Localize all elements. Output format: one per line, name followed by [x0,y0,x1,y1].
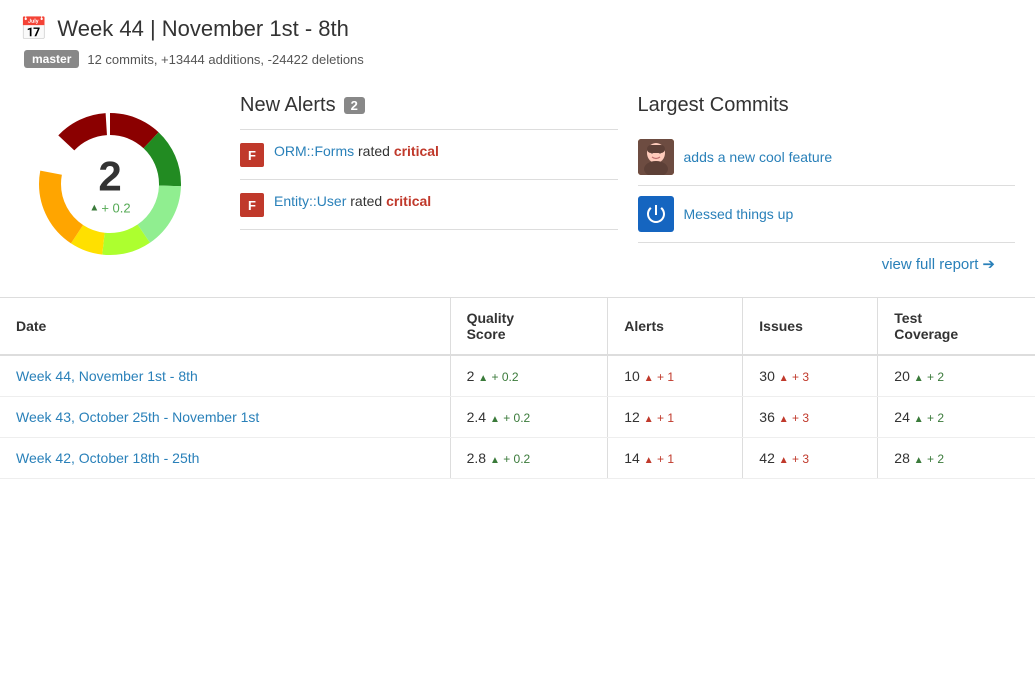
power-icon [644,202,668,226]
alert-f-badge-1: F [240,143,264,167]
donut-delta-value: + 0.2 [101,201,130,216]
coverage-arrow-0: ▲ [914,373,924,384]
table-body: Week 44, November 1st - 8th 2 ▲ + 0.2 10… [0,355,1035,479]
alert-link-2[interactable]: Entity::User [274,193,346,209]
commit-avatar-2 [638,196,674,232]
alerts-delta-0: + 1 [654,370,674,384]
coverage-cell-1: 24 ▲ + 2 [878,397,1035,438]
table-row: Week 44, November 1st - 8th 2 ▲ + 0.2 10… [0,355,1035,397]
commit-link-2[interactable]: Messed things up [684,206,794,222]
col-quality-score: QualityScore [450,298,608,355]
score-cell-1: 2.4 ▲ + 0.2 [450,397,608,438]
issues-delta-1: + 3 [789,411,809,425]
table-row: Week 43, October 25th - November 1st 2.4… [0,397,1035,438]
coverage-cell-2: 28 ▲ + 2 [878,438,1035,479]
score-cell-2: 2.8 ▲ + 0.2 [450,438,608,479]
score-delta-2: + 0.2 [500,452,530,466]
issues-delta-2: + 3 [789,452,809,466]
coverage-arrow-1: ▲ [914,414,924,425]
commits-info: 12 commits, +13444 additions, -24422 del… [87,52,363,67]
score-arrow-2: ▲ [490,455,500,466]
week-title: 📅 Week 44 | November 1st - 8th [20,16,1015,42]
alert-f-badge-2: F [240,193,264,217]
table-section: Date QualityScore Alerts Issues TestCove… [0,297,1035,479]
commit-item-1: adds a new cool feature [638,129,1016,186]
coverage-delta-0: + 2 [924,370,944,384]
alerts-title: New Alerts [240,94,336,117]
issues-arrow-2: ▲ [779,455,789,466]
score-cell-0: 2 ▲ + 0.2 [450,355,608,397]
commit-link-1[interactable]: adds a new cool feature [684,149,833,165]
data-table: Date QualityScore Alerts Issues TestCove… [0,298,1035,479]
coverage-cell-0: 20 ▲ + 2 [878,355,1035,397]
alerts-section: New Alerts 2 F ORM::Forms rated critical… [240,94,618,281]
alerts-arrow-1: ▲ [644,414,654,425]
alert-critical-1: critical [394,143,439,159]
issues-cell-0: 30 ▲ + 3 [743,355,878,397]
alerts-count-badge: 2 [344,97,365,114]
donut-delta: ▲ + 0.2 [89,201,130,216]
alerts-header: New Alerts 2 [240,94,618,117]
view-report-label: view full report [882,256,979,273]
main-content: 2 ▲ + 0.2 New Alerts 2 F ORM::Forms rate… [0,78,1035,297]
commits-section: Largest Commits adds a new cool feature [638,94,1016,281]
alerts-arrow-2: ▲ [644,455,654,466]
col-alerts: Alerts [608,298,743,355]
avatar-svg-1 [638,139,674,175]
col-coverage: TestCoverage [878,298,1035,355]
table-row: Week 42, October 18th - 25th 2.8 ▲ + 0.2… [0,438,1035,479]
donut-chart: 2 ▲ + 0.2 [20,94,200,274]
date-link-0[interactable]: Week 44, November 1st - 8th [16,368,198,384]
issues-arrow-1: ▲ [779,414,789,425]
view-report: view full report ➔ [638,243,1016,281]
alerts-arrow-0: ▲ [644,373,654,384]
arrow-right-icon: ➔ [982,255,995,273]
issues-cell-2: 42 ▲ + 3 [743,438,878,479]
date-link-2[interactable]: Week 42, October 18th - 25th [16,450,199,466]
coverage-delta-1: + 2 [924,411,944,425]
alert-critical-2: critical [386,193,431,209]
alert-text-1: ORM::Forms rated critical [274,142,439,162]
alerts-cell-2: 14 ▲ + 1 [608,438,743,479]
alert-link-1[interactable]: ORM::Forms [274,143,354,159]
alert-item-2: F Entity::User rated critical [240,180,618,229]
alerts-cell-0: 10 ▲ + 1 [608,355,743,397]
col-date: Date [0,298,450,355]
issues-delta-0: + 3 [789,370,809,384]
header-section: 📅 Week 44 | November 1st - 8th master 12… [0,0,1035,78]
donut-score: 2 [89,153,130,201]
alerts-cell-1: 12 ▲ + 1 [608,397,743,438]
alerts-delta-2: + 1 [654,452,674,466]
table-header: Date QualityScore Alerts Issues TestCove… [0,298,1035,355]
alert-item-1: F ORM::Forms rated critical [240,130,618,179]
score-arrow-1: ▲ [490,414,500,425]
commit-avatar-1 [638,139,674,175]
score-delta-1: + 0.2 [500,411,530,425]
commits-title: Largest Commits [638,94,1016,117]
col-issues: Issues [743,298,878,355]
branch-info: master 12 commits, +13444 additions, -24… [20,50,1015,68]
date-cell-0: Week 44, November 1st - 8th [0,355,450,397]
donut-center: 2 ▲ + 0.2 [89,153,130,216]
date-link-1[interactable]: Week 43, October 25th - November 1st [16,409,259,425]
issues-cell-1: 36 ▲ + 3 [743,397,878,438]
score-arrow-0: ▲ [478,373,488,384]
delta-arrow-icon: ▲ [89,203,99,214]
score-delta-0: + 0.2 [488,370,518,384]
coverage-delta-2: + 2 [924,452,944,466]
donut-section: 2 ▲ + 0.2 [20,94,220,281]
page-title: Week 44 | November 1st - 8th [57,16,348,42]
coverage-arrow-2: ▲ [914,455,924,466]
branch-badge: master [24,50,79,68]
commit-item-2: Messed things up [638,186,1016,243]
date-cell-1: Week 43, October 25th - November 1st [0,397,450,438]
view-full-report-link[interactable]: view full report ➔ [882,255,995,273]
alerts-delta-1: + 1 [654,411,674,425]
alert-text-2: Entity::User rated critical [274,192,431,212]
date-cell-2: Week 42, October 18th - 25th [0,438,450,479]
issues-arrow-0: ▲ [779,373,789,384]
calendar-icon: 📅 [20,16,47,42]
alert-divider-bottom [240,229,618,230]
